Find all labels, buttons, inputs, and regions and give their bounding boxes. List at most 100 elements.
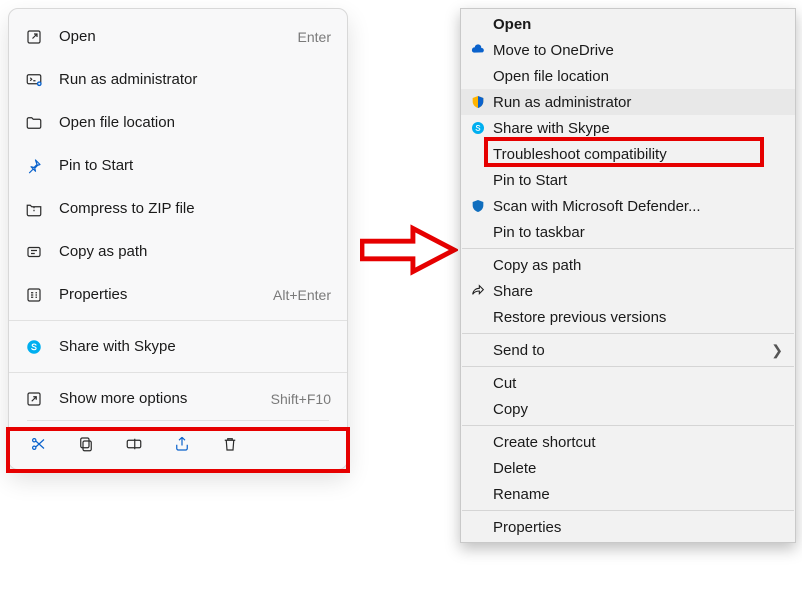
blank-icon xyxy=(467,483,489,505)
zip-icon xyxy=(23,198,45,220)
blank-icon xyxy=(467,13,489,35)
menu-item-delete[interactable]: Delete xyxy=(461,455,795,481)
menu-item-run-as-admin[interactable]: Run as administrator xyxy=(9,58,347,101)
menu-item-label: Properties xyxy=(493,519,783,536)
menu-item-label: Cut xyxy=(493,375,783,392)
menu-item-hint: Shift+F10 xyxy=(271,391,331,407)
menu-item-label: Create shortcut xyxy=(493,434,783,451)
menu-item-label: Pin to Start xyxy=(59,157,331,174)
separator xyxy=(462,366,794,367)
admin-icon xyxy=(23,69,45,91)
onedrive-icon xyxy=(467,39,489,61)
menu-item-label: Compress to ZIP file xyxy=(59,200,331,217)
copy-icon[interactable] xyxy=(75,433,97,455)
menu-item-restore-previous-versions[interactable]: Restore previous versions xyxy=(461,304,795,330)
cut-icon[interactable] xyxy=(27,433,49,455)
menu-item-send-to[interactable]: Send to❯ xyxy=(461,337,795,363)
annotation-arrow xyxy=(360,224,458,276)
menu-item-copy-as-path[interactable]: Copy as path xyxy=(461,252,795,278)
separator xyxy=(462,248,794,249)
menu-item-label: Share with Skype xyxy=(59,338,331,355)
menu-item-label: Restore previous versions xyxy=(493,309,783,326)
menu-item-label: Delete xyxy=(493,460,783,477)
menu-item-label: Share with Skype xyxy=(493,120,783,137)
menu-item-pin-to-start[interactable]: Pin to Start xyxy=(9,144,347,187)
menu-item-scan-with-microsoft-defender[interactable]: Scan with Microsoft Defender... xyxy=(461,193,795,219)
menu-item-label: Copy xyxy=(493,401,783,418)
menu-item-label: Open file location xyxy=(59,114,331,131)
menu-item-label: Send to xyxy=(493,342,771,359)
blank-icon xyxy=(467,169,489,191)
menu-item-open-file-location[interactable]: Open file location xyxy=(9,101,347,144)
menu-item-properties[interactable]: Properties Alt+Enter xyxy=(9,273,347,316)
blank-icon xyxy=(467,221,489,243)
menu-item-label: Rename xyxy=(493,486,783,503)
menu-item-label: Copy as path xyxy=(59,243,331,260)
menu-item-pin-to-start[interactable]: Pin to Start xyxy=(461,167,795,193)
blank-icon xyxy=(467,516,489,538)
menu-item-hint: Alt+Enter xyxy=(273,287,331,303)
menu-item-run-as-administrator[interactable]: Run as administrator xyxy=(461,89,795,115)
blank-icon xyxy=(467,431,489,453)
menu-item-open[interactable]: Open Enter xyxy=(9,15,347,58)
menu-item-show-more-options[interactable]: Show more options Shift+F10 xyxy=(9,377,347,420)
more-options-icon xyxy=(23,388,45,410)
menu-item-cut[interactable]: Cut xyxy=(461,370,795,396)
menu-item-pin-to-taskbar[interactable]: Pin to taskbar xyxy=(461,219,795,245)
menu-item-properties[interactable]: Properties xyxy=(461,514,795,540)
skype-icon xyxy=(23,336,45,358)
blank-icon xyxy=(467,143,489,165)
rename-icon[interactable] xyxy=(123,433,145,455)
share-icon[interactable] xyxy=(171,433,193,455)
menu-item-label: Open file location xyxy=(493,68,783,85)
blank-icon xyxy=(467,306,489,328)
menu-item-compress-zip[interactable]: Compress to ZIP file xyxy=(9,187,347,230)
menu-item-rename[interactable]: Rename xyxy=(461,481,795,507)
open-icon xyxy=(23,26,45,48)
menu-item-label: Open xyxy=(493,16,783,33)
menu-item-label: Scan with Microsoft Defender... xyxy=(493,198,783,215)
menu-item-share-skype[interactable]: Share with Skype xyxy=(9,325,347,368)
separator xyxy=(462,510,794,511)
blank-icon xyxy=(467,65,489,87)
pin-icon xyxy=(23,155,45,177)
menu-item-label: Run as administrator xyxy=(59,71,331,88)
chevron-right-icon: ❯ xyxy=(771,342,783,359)
win11-context-menu: Open Enter Run as administrator Open fil… xyxy=(8,8,348,470)
menu-item-share-with-skype[interactable]: Share with Skype xyxy=(461,115,795,141)
blank-icon xyxy=(467,372,489,394)
menu-item-move-to-onedrive[interactable]: Move to OneDrive xyxy=(461,37,795,63)
skype-icon xyxy=(467,117,489,139)
menu-item-label: Open xyxy=(59,28,298,45)
shield-icon xyxy=(467,91,489,113)
menu-item-copy[interactable]: Copy xyxy=(461,396,795,422)
menu-item-hint: Enter xyxy=(298,29,331,45)
separator xyxy=(462,425,794,426)
separator xyxy=(9,320,347,321)
separator xyxy=(462,333,794,334)
menu-item-label: Run as administrator xyxy=(493,94,783,111)
delete-icon[interactable] xyxy=(219,433,241,455)
menu-item-label: Copy as path xyxy=(493,257,783,274)
menu-item-label: Pin to taskbar xyxy=(493,224,783,241)
blank-icon xyxy=(467,339,489,361)
menu-item-label: Show more options xyxy=(59,390,271,407)
menu-item-open-file-location[interactable]: Open file location xyxy=(461,63,795,89)
defender-icon xyxy=(467,195,489,217)
properties-icon xyxy=(23,284,45,306)
menu-item-label: Move to OneDrive xyxy=(493,42,783,59)
menu-item-copy-as-path[interactable]: Copy as path xyxy=(9,230,347,273)
separator xyxy=(9,372,347,373)
menu-item-label: Pin to Start xyxy=(493,172,783,189)
menu-item-troubleshoot-compatibility[interactable]: Troubleshoot compatibility xyxy=(461,141,795,167)
menu-item-share[interactable]: Share xyxy=(461,278,795,304)
blank-icon xyxy=(467,398,489,420)
menu-item-label: Share xyxy=(493,283,783,300)
menu-item-label: Troubleshoot compatibility xyxy=(493,146,783,163)
share-out-icon xyxy=(467,280,489,302)
menu-item-open[interactable]: Open xyxy=(461,11,795,37)
copy-path-icon xyxy=(23,241,45,263)
classic-context-menu: Open Move to OneDrive Open file location Ru… xyxy=(460,8,796,543)
blank-icon xyxy=(467,254,489,276)
menu-item-create-shortcut[interactable]: Create shortcut xyxy=(461,429,795,455)
